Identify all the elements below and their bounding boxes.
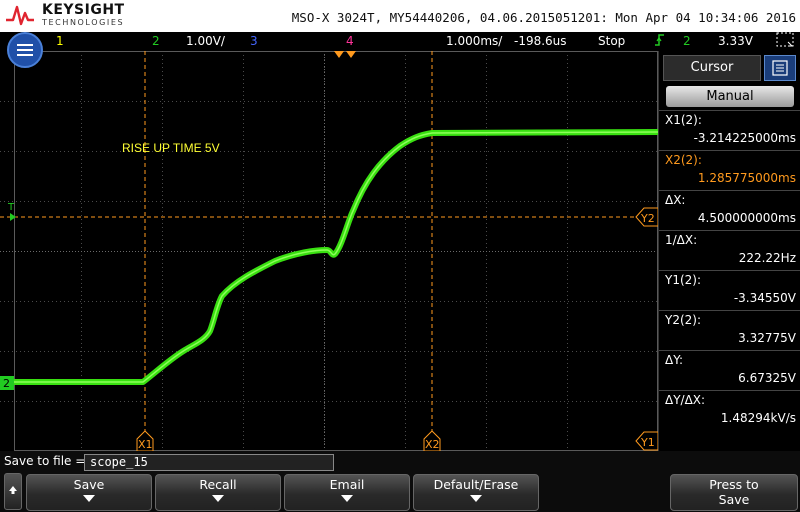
email-softkey[interactable]: Email — [284, 474, 410, 511]
delta-x-readout: ΔX: 4.500000000ms — [659, 190, 800, 230]
cursor-mode-button[interactable]: Manual — [666, 86, 794, 107]
readout-value: 222.22Hz — [738, 251, 796, 265]
screen-annotation: RISE UP TIME 5V — [122, 141, 220, 155]
header-bar: KEYSIGHT TECHNOLOGIES MSO-X 3024T, MY544… — [0, 0, 800, 32]
main-menu-button[interactable] — [7, 32, 43, 68]
cursor-y1-label: Y1 — [640, 436, 655, 449]
delta-y-readout: ΔY: 6.67325V — [659, 350, 800, 390]
keysight-logo-icon — [6, 5, 34, 26]
filename-field[interactable]: scope_15 — [84, 454, 334, 471]
chevron-down-icon — [470, 495, 482, 502]
readout-label: Y1(2): — [665, 273, 702, 287]
menu-icon — [17, 44, 33, 56]
trigger-level: 3.33V — [718, 34, 753, 48]
timebase-value: 1.000ms/ — [446, 34, 503, 48]
readout-value: 1.48294kV/s — [720, 411, 796, 425]
instrument-title: MSO-X 3024T, MY54440206, 04.06.201505120… — [291, 10, 796, 25]
press-to-save-softkey[interactable]: Press to Save — [670, 474, 798, 511]
cursor-panel-tab[interactable]: Cursor — [663, 55, 761, 81]
readout-value: 3.32775V — [738, 331, 796, 345]
save-to-file-label: Save to file = — [4, 454, 86, 468]
cursor-x2-label: X2 — [425, 438, 440, 451]
channel-2-indicator[interactable]: 2 — [152, 34, 160, 48]
softkey-bar: Save to file = scope_15 Save Recall Emai… — [0, 451, 800, 512]
delay-value: -198.6us — [514, 34, 567, 48]
brand-subtitle: TECHNOLOGIES — [42, 18, 125, 27]
channel-1-indicator[interactable]: 1 — [56, 34, 64, 48]
readout-value: 4.500000000ms — [697, 211, 796, 225]
readout-label: X1(2): — [665, 113, 702, 127]
channel-2-scale: 1.00V/ — [186, 34, 225, 48]
chevron-down-icon — [83, 495, 95, 502]
slope-readout: ΔY/ΔX: 1.48294kV/s — [659, 390, 800, 450]
readout-value: -3.214225000ms — [693, 131, 796, 145]
softkey-label: Default/Erase — [433, 477, 519, 492]
trigger-channel: 2 — [683, 34, 691, 48]
arrow-up-icon — [9, 486, 17, 494]
softkey-action: Save — [718, 492, 750, 507]
softkey-label: Email — [329, 477, 365, 492]
softkey-label: Save — [73, 477, 105, 492]
default-erase-softkey[interactable]: Default/Erase — [413, 474, 539, 511]
inverse-delta-x-readout: 1/ΔX: 222.22Hz — [659, 230, 800, 270]
channel-2-ground-marker[interactable]: 2 — [0, 376, 14, 390]
readout-label: Y2(2): — [665, 313, 702, 327]
cursor-y1-readout[interactable]: Y1(2): -3.34550V — [659, 270, 800, 310]
readout-label: 1/ΔX: — [665, 233, 698, 247]
readout-value: 6.67325V — [738, 371, 796, 385]
cursor-x1-readout[interactable]: X1(2): -3.214225000ms — [659, 110, 800, 150]
cursor-x1-label: X1 — [138, 438, 153, 451]
back-up-key[interactable] — [4, 473, 22, 510]
cursor-y2-readout[interactable]: Y2(2): 3.32775V — [659, 310, 800, 350]
readout-label: X2(2): — [665, 153, 702, 167]
cursor-x2-readout[interactable]: X2(2): 1.285775000ms — [659, 150, 800, 190]
run-state: Stop — [598, 34, 626, 48]
softkey-label: Recall — [199, 477, 237, 492]
chevron-down-icon — [212, 495, 224, 502]
panel-list-icon[interactable] — [764, 55, 796, 81]
fullscreen-icon[interactable] — [776, 32, 794, 51]
readout-label: ΔY/ΔX: — [665, 393, 706, 407]
waveform-display[interactable]: RISE UP TIME 5V T 2 X1 X2 Y1 Y2 — [0, 51, 658, 451]
channel-marker-label: 2 — [3, 377, 10, 390]
trigger-edge-icon — [655, 34, 665, 49]
save-softkey[interactable]: Save — [26, 474, 152, 511]
softkey-label: Press to — [709, 477, 759, 492]
channel-4-indicator[interactable]: 4 — [346, 34, 354, 48]
status-bar: 1 2 1.00V/ 3 4 1.000ms/ -198.6us Stop 2 … — [0, 32, 800, 51]
cursor-y2-label: Y2 — [640, 212, 655, 225]
trigger-marker-label: T — [7, 202, 15, 213]
recall-softkey[interactable]: Recall — [155, 474, 281, 511]
chevron-down-icon — [341, 495, 353, 502]
brand-name: KEYSIGHT — [42, 2, 125, 18]
cursor-panel: Cursor Manual X1(2): -3.214225000ms X2(2… — [658, 51, 800, 451]
channel-3-indicator[interactable]: 3 — [250, 34, 258, 48]
readout-label: ΔX: — [665, 193, 686, 207]
readout-value: -3.34550V — [733, 291, 796, 305]
readout-label: ΔY: — [665, 353, 683, 367]
readout-value: 1.285775000ms — [697, 171, 796, 185]
